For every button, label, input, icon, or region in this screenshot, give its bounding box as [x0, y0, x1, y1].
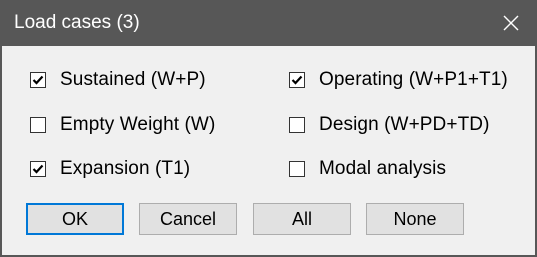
option-empty-weight[interactable]: Empty Weight (W)	[30, 114, 215, 136]
checkbox[interactable]	[289, 117, 305, 133]
cancel-button[interactable]: Cancel	[139, 203, 237, 235]
option-label: Sustained (W+P)	[60, 69, 206, 90]
close-x-icon	[503, 15, 519, 31]
option-label: Expansion (T1)	[60, 158, 191, 179]
checkmark-icon	[291, 75, 303, 85]
option-label: Empty Weight (W)	[60, 114, 216, 135]
load-cases-dialog: Load cases (3) Sustained (W+P) Operating…	[0, 0, 537, 257]
option-modal-analysis[interactable]: Modal analysis	[289, 158, 446, 180]
option-expansion[interactable]: Expansion (T1)	[30, 158, 190, 180]
option-label: Design (W+PD+TD)	[319, 114, 490, 135]
window-title: Load cases (3)	[14, 12, 140, 33]
option-operating[interactable]: Operating (W+P1+T1)	[289, 69, 508, 91]
all-button[interactable]: All	[253, 203, 351, 235]
option-label: Operating (W+P1+T1)	[319, 69, 508, 90]
ok-button[interactable]: OK	[26, 203, 124, 235]
option-design[interactable]: Design (W+PD+TD)	[289, 114, 490, 136]
none-button[interactable]: None	[366, 203, 464, 235]
option-sustained[interactable]: Sustained (W+P)	[30, 69, 206, 91]
checkbox[interactable]	[30, 72, 46, 88]
checkmark-icon	[32, 75, 44, 85]
option-label: Modal analysis	[319, 158, 447, 179]
checkbox[interactable]	[30, 161, 46, 177]
checkmark-icon	[32, 164, 44, 174]
checkbox[interactable]	[289, 72, 305, 88]
checkbox[interactable]	[289, 161, 305, 177]
title-bar[interactable]: Load cases (3)	[2, 0, 535, 46]
dialog-body: Sustained (W+P) Operating (W+P1+T1) Empt…	[2, 46, 535, 255]
close-button[interactable]	[487, 0, 535, 46]
checkbox[interactable]	[30, 117, 46, 133]
